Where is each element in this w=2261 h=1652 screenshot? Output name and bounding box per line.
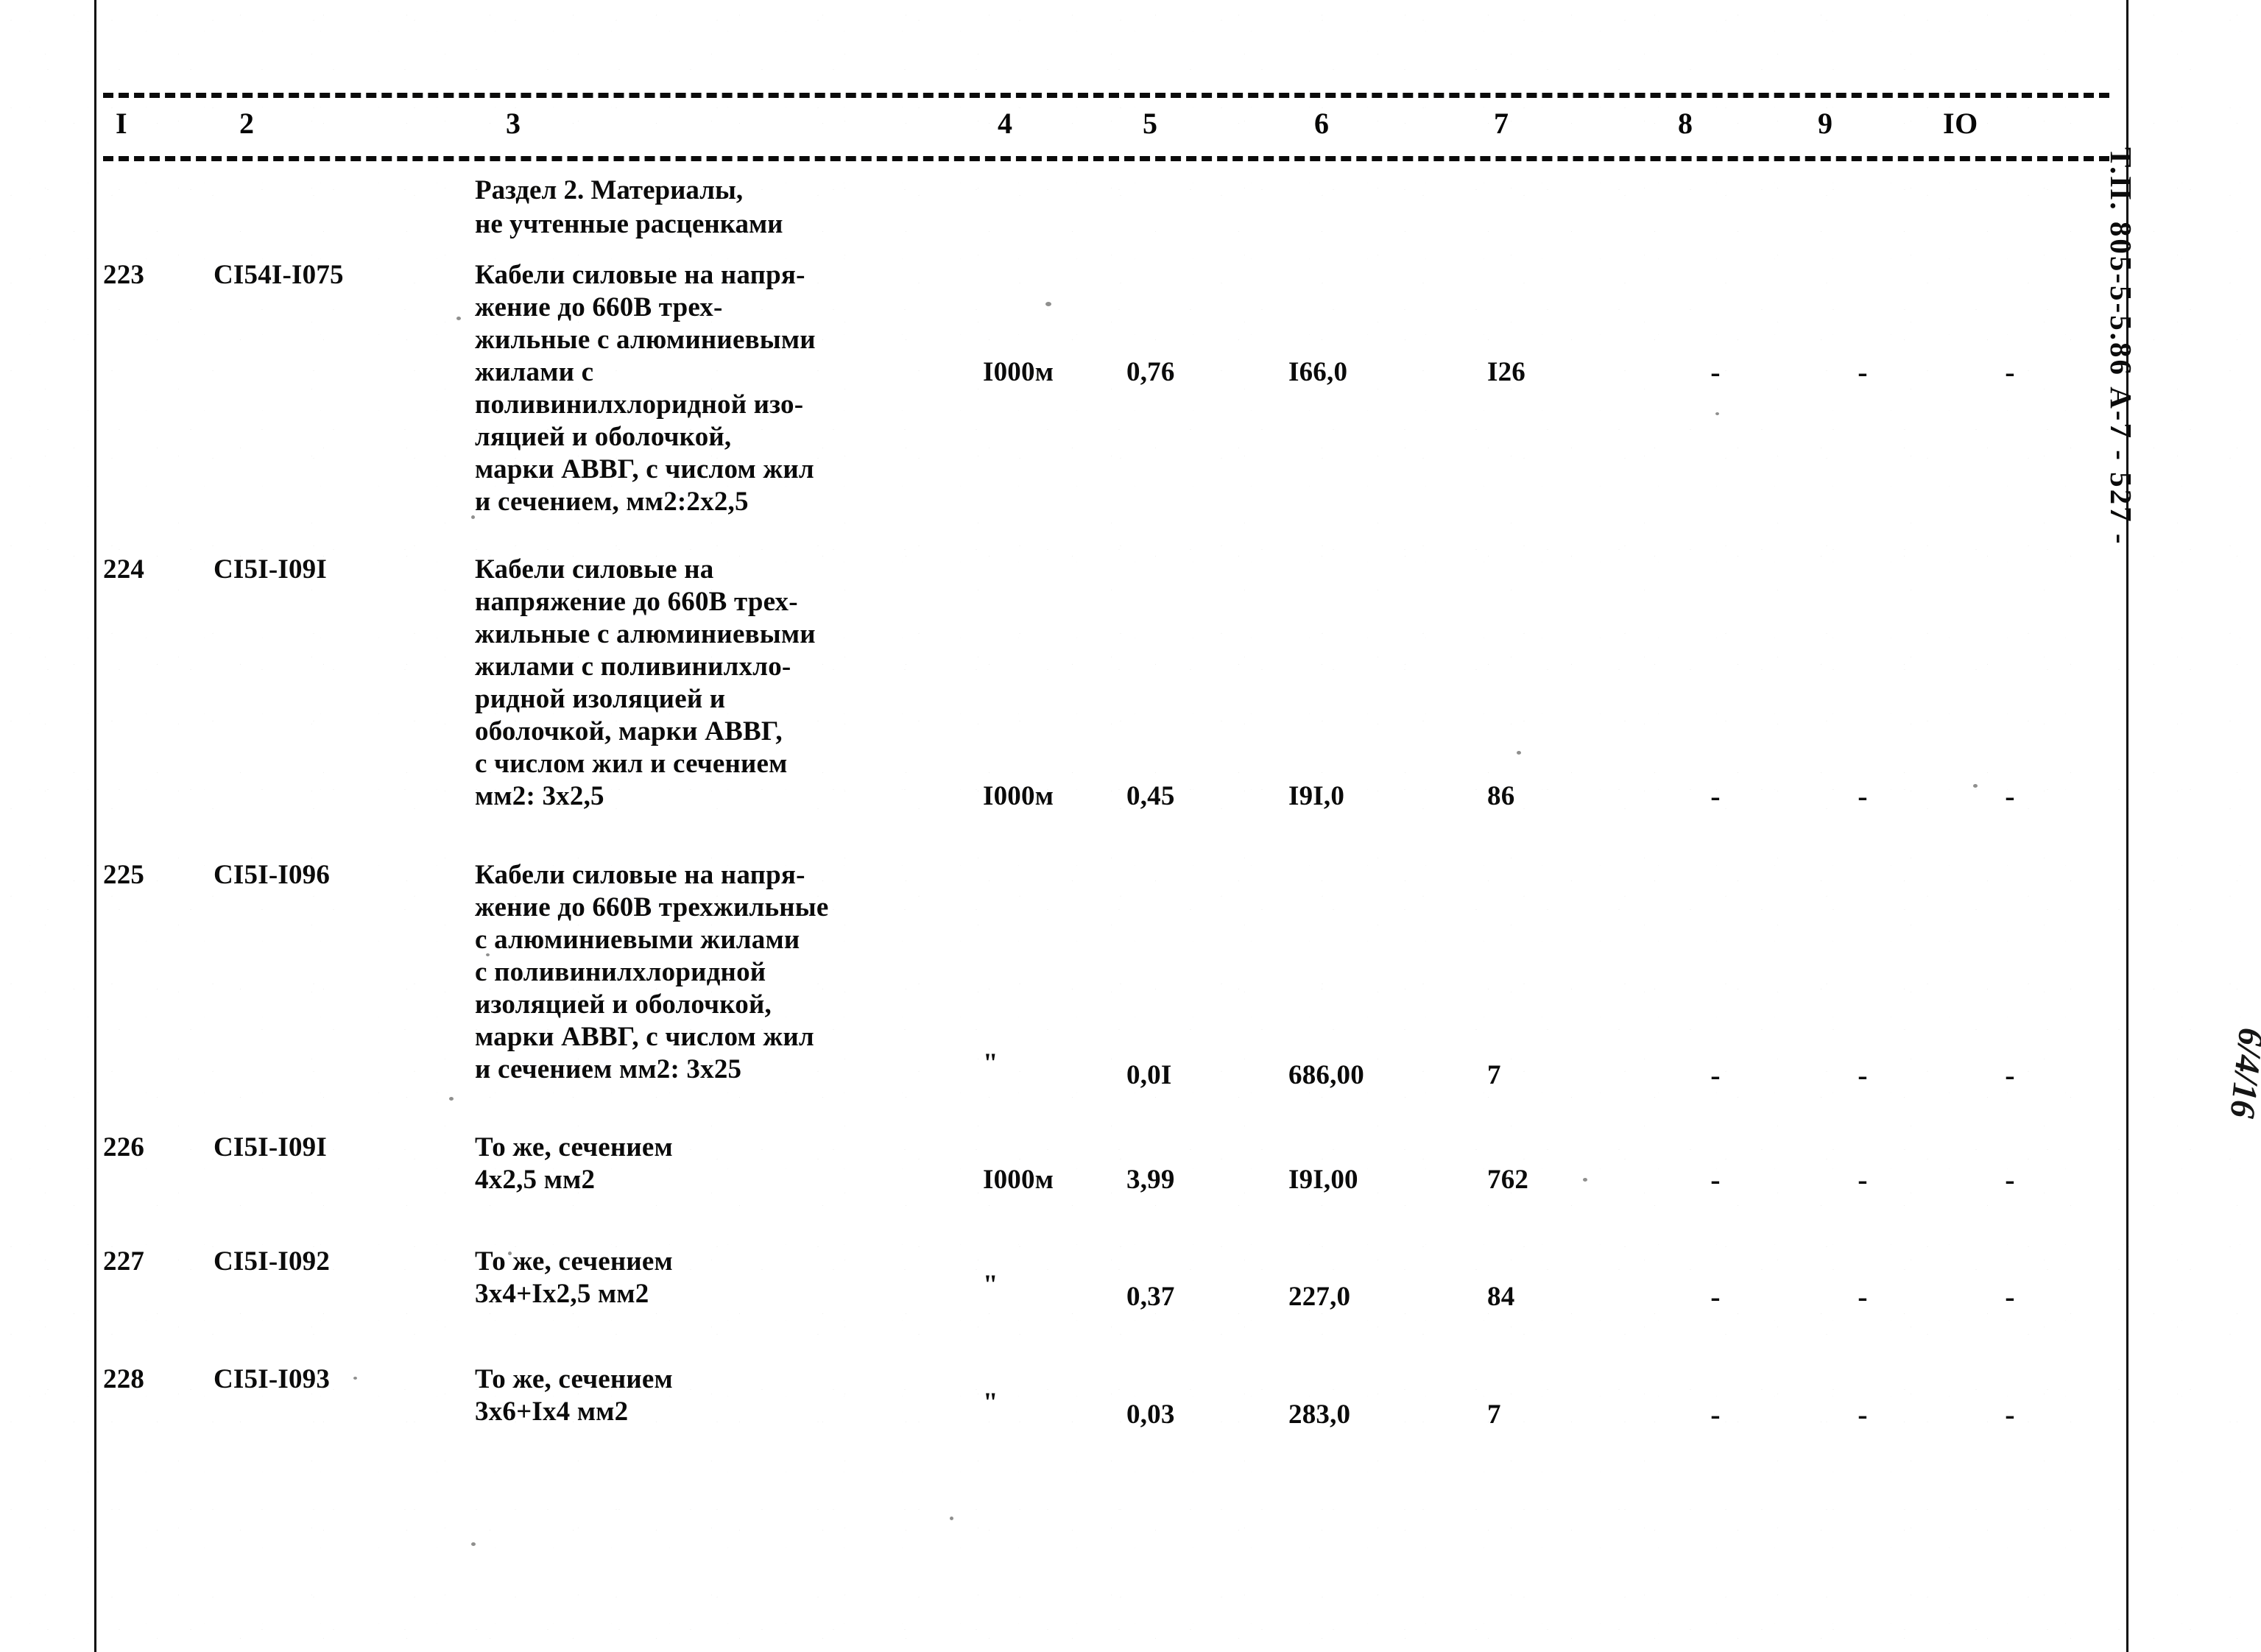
column-header-4: 4	[992, 109, 1018, 138]
item-code: CI5I-I096	[214, 860, 331, 890]
scan-speck	[486, 953, 490, 956]
unit-cell: "	[983, 1048, 998, 1079]
col10-cell: -	[2005, 1398, 2015, 1431]
col10-cell: -	[2005, 1163, 2015, 1196]
scan-speck	[508, 1252, 512, 1255]
total-cell: 7	[1487, 1399, 1501, 1430]
row-number: 224	[103, 554, 145, 585]
col10-cell: -	[2005, 780, 2015, 813]
table-row[interactable]: 226 CI5I-I09I То же, сечением 4х2,5 мм2 …	[103, 1127, 2109, 1241]
item-description: Кабели силовые на напря- жение до 660В т…	[475, 260, 816, 517]
unit-cell: I000м	[983, 781, 1054, 811]
col8-cell: -	[1710, 1163, 1721, 1196]
section-title-row: Раздел 2. Материалы, не учтенные расценк…	[103, 174, 2109, 255]
scan-speck	[471, 515, 475, 519]
col10-cell: -	[2005, 1059, 2015, 1092]
column-header-9: 9	[1813, 109, 1838, 138]
quantity-cell: 0,03	[1126, 1399, 1175, 1430]
col8-cell: -	[1710, 1280, 1721, 1313]
row-number: 223	[103, 260, 145, 290]
column-header-8: 8	[1673, 109, 1699, 138]
col8-cell: -	[1710, 1059, 1721, 1092]
price-cell: 283,0	[1288, 1399, 1351, 1430]
scan-speck	[1583, 1178, 1587, 1182]
unit-cell: I000м	[983, 357, 1054, 387]
item-description: То же, сечением 3х4+Iх2,5 мм2	[475, 1246, 673, 1309]
scan-speck	[1045, 302, 1051, 306]
quantity-cell: 0,45	[1126, 781, 1175, 811]
item-code: CI5I-I093	[214, 1364, 331, 1394]
column-header-1: I	[110, 109, 133, 138]
scan-speck	[1715, 412, 1719, 415]
column-header-10: IO	[1938, 109, 1983, 138]
price-cell: I66,0	[1288, 357, 1348, 387]
col9-cell: -	[1858, 1280, 1868, 1313]
table-row[interactable]: 223 CI54I-I075 Кабели силовые на напря- …	[103, 255, 2109, 549]
row-number: 226	[103, 1132, 145, 1162]
col10-cell: -	[2005, 1280, 2015, 1313]
unit-cell: "	[983, 1270, 998, 1300]
unit-cell: I000м	[983, 1165, 1054, 1195]
row-number: 227	[103, 1246, 145, 1277]
item-description: То же, сечением 3х6+Iх4 мм2	[475, 1364, 673, 1427]
scan-speck	[353, 1377, 357, 1380]
price-cell: I9I,00	[1288, 1165, 1358, 1195]
column-header-7: 7	[1489, 109, 1514, 138]
scan-speck	[456, 317, 461, 320]
item-description: То же, сечением 4х2,5 мм2	[475, 1132, 673, 1195]
table-row[interactable]: 225 CI5I-I096 Кабели силовые на напря- ж…	[103, 855, 2109, 1127]
scan-speck	[1973, 784, 1978, 788]
header-rule-top	[103, 93, 2109, 98]
total-cell: 84	[1487, 1282, 1515, 1312]
scan-speck	[449, 1097, 454, 1101]
quantity-cell: 0,76	[1126, 357, 1175, 387]
column-header-6: 6	[1309, 109, 1335, 138]
table-row[interactable]: 224 CI5I-I09I Кабели силовые на напряжен…	[103, 549, 2109, 855]
quantity-cell: 0,37	[1126, 1282, 1175, 1312]
col9-cell: -	[1858, 1059, 1868, 1092]
col10-cell: -	[2005, 356, 2015, 389]
page-left-rule	[94, 0, 96, 1652]
price-cell: 686,00	[1288, 1060, 1364, 1090]
item-description: Кабели силовые на напряжение до 660В тре…	[475, 554, 816, 811]
item-description: Кабели силовые на напря- жение до 660В т…	[475, 860, 829, 1084]
col8-cell: -	[1710, 1398, 1721, 1431]
scan-speck	[950, 1517, 953, 1520]
handwritten-archive-mark: 6/4/16	[2222, 1026, 2261, 1120]
scanned-page: I 2 3 4 5 6 7 8 9 IO Раздел 2. Материалы…	[0, 0, 2261, 1652]
price-cell: I9I,0	[1288, 781, 1345, 811]
table-body: Раздел 2. Материалы, не учтенные расценк…	[103, 174, 2109, 1477]
quantity-cell: 3,99	[1126, 1165, 1175, 1195]
scan-speck	[471, 1542, 476, 1546]
section-title: Раздел 2. Материалы, не учтенные расценк…	[475, 175, 783, 239]
row-number: 228	[103, 1364, 145, 1394]
header-rule-bottom	[103, 156, 2109, 161]
col9-cell: -	[1858, 356, 1868, 389]
column-header-5: 5	[1137, 109, 1163, 138]
table-row[interactable]: 227 CI5I-I092 То же, сечением 3х4+Iх2,5 …	[103, 1241, 2109, 1359]
col9-cell: -	[1858, 1398, 1868, 1431]
row-number: 225	[103, 860, 145, 890]
item-code: CI5I-I09I	[214, 1132, 327, 1162]
col8-cell: -	[1710, 780, 1721, 813]
item-code: CI5I-I09I	[214, 554, 327, 585]
total-cell: I26	[1487, 357, 1525, 387]
unit-cell: "	[983, 1388, 998, 1418]
quantity-cell: 0,0I	[1126, 1060, 1172, 1090]
col9-cell: -	[1858, 780, 1868, 813]
price-cell: 227,0	[1288, 1282, 1351, 1312]
column-header-3: 3	[501, 109, 526, 138]
col9-cell: -	[1858, 1163, 1868, 1196]
total-cell: 7	[1487, 1060, 1501, 1090]
table-row[interactable]: 228 CI5I-I093 То же, сечением 3х6+Iх4 мм…	[103, 1359, 2109, 1477]
scan-speck	[1517, 751, 1521, 755]
column-header-2: 2	[234, 109, 260, 138]
margin-document-stamp: Т.П. 805-5-5.86 А-7 - 527 -	[2104, 147, 2138, 546]
total-cell: 762	[1487, 1165, 1529, 1195]
col8-cell: -	[1710, 356, 1721, 389]
item-code: CI5I-I092	[214, 1246, 331, 1277]
item-code: CI54I-I075	[214, 260, 344, 290]
total-cell: 86	[1487, 781, 1515, 811]
